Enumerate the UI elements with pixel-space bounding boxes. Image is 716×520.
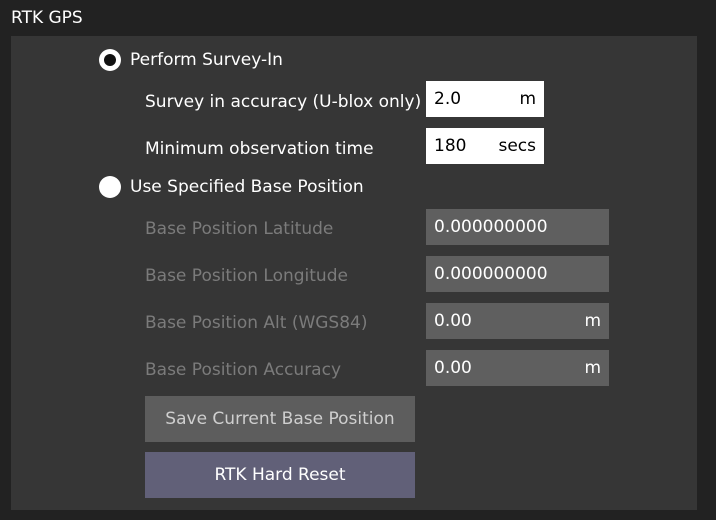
base-latitude-label: Base Position Latitude [145,219,334,239]
survey-in-option[interactable]: Perform Survey-In [99,49,283,71]
survey-accuracy-value: 2.0 [434,89,462,109]
rtk-settings-panel: Perform Survey-In Survey in accuracy (U-… [11,36,697,510]
base-accuracy-label: Base Position Accuracy [145,360,342,380]
base-accuracy-input[interactable]: 0.00 m [426,350,609,386]
survey-in-radio[interactable] [99,49,121,71]
min-observation-time-unit: secs [498,136,536,156]
base-accuracy-value: 0.00 [434,358,472,378]
survey-accuracy-label: Survey in accuracy (U-blox only) [145,92,422,112]
min-observation-time-input[interactable]: 180 secs [426,128,544,164]
survey-accuracy-unit: m [519,89,536,109]
base-longitude-value: 0.000000000 [434,264,548,284]
survey-in-label: Perform Survey-In [130,50,283,70]
base-altitude-unit: m [584,311,601,331]
base-latitude-value: 0.000000000 [434,217,548,237]
section-title: RTK GPS [11,8,83,28]
save-base-position-button[interactable]: Save Current Base Position [145,396,415,442]
specified-base-radio[interactable] [99,176,121,198]
base-accuracy-unit: m [584,358,601,378]
specified-base-option[interactable]: Use Specified Base Position [99,176,364,198]
rtk-hard-reset-button[interactable]: RTK Hard Reset [145,452,415,498]
specified-base-label: Use Specified Base Position [130,177,364,197]
min-observation-time-label: Minimum observation time [145,139,374,159]
base-longitude-label: Base Position Longitude [145,266,348,286]
base-longitude-input[interactable]: 0.000000000 [426,256,609,292]
min-observation-time-value: 180 [434,136,467,156]
base-altitude-label: Base Position Alt (WGS84) [145,313,368,333]
survey-accuracy-input[interactable]: 2.0 m [426,81,544,117]
base-altitude-value: 0.00 [434,311,472,331]
base-latitude-input[interactable]: 0.000000000 [426,209,609,245]
base-altitude-input[interactable]: 0.00 m [426,303,609,339]
